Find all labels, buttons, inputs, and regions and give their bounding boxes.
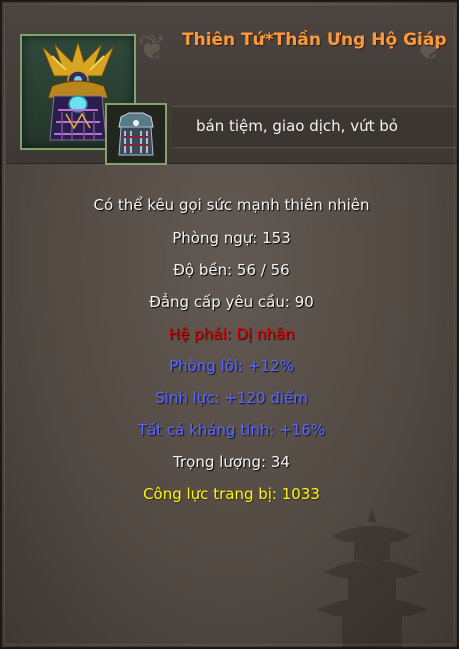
item-restrictions: bán tiệm, giao dịch, vứt bỏ: [196, 117, 398, 135]
life-bonus: Sinh lực: +120 điểm: [155, 389, 308, 407]
equipment-power-stat: Công lực trang bị: 1033: [143, 485, 320, 503]
durability-stat: Độ bền: 56 / 56: [173, 261, 290, 279]
equipped-armor-icon[interactable]: [105, 103, 167, 165]
lightning-resistance-bonus: Phòng lôi: +12%: [169, 357, 294, 375]
tooltip-header: ❦ ❦ Thiên Tứ*Thần Ưng Hộ Giáp bán tiệm, …: [6, 6, 457, 165]
item-description: Có thể kêu gọi sức mạnh thiên nhiên: [93, 196, 370, 214]
all-resistance-bonus: Tất cả kháng tính: +16%: [137, 421, 326, 439]
item-tooltip-panel: ❦ ❦ Thiên Tứ*Thần Ưng Hộ Giáp bán tiệm, …: [0, 0, 459, 649]
faction-requirement: Hệ phái: Dị nhân: [168, 325, 295, 343]
restrictions-bar: bán tiệm, giao dịch, vứt bỏ: [172, 106, 456, 148]
weight-stat: Trọng lượng: 34: [173, 453, 290, 471]
level-requirement-stat: Đẳng cấp yêu cầu: 90: [149, 293, 314, 311]
item-name: Thiên Tứ*Thần Ưng Hộ Giáp: [182, 30, 447, 50]
pagoda-watermark: [316, 508, 428, 647]
defense-stat: Phòng ngự: 153: [172, 229, 291, 247]
cloud-ornament-left: ❦: [138, 28, 167, 68]
